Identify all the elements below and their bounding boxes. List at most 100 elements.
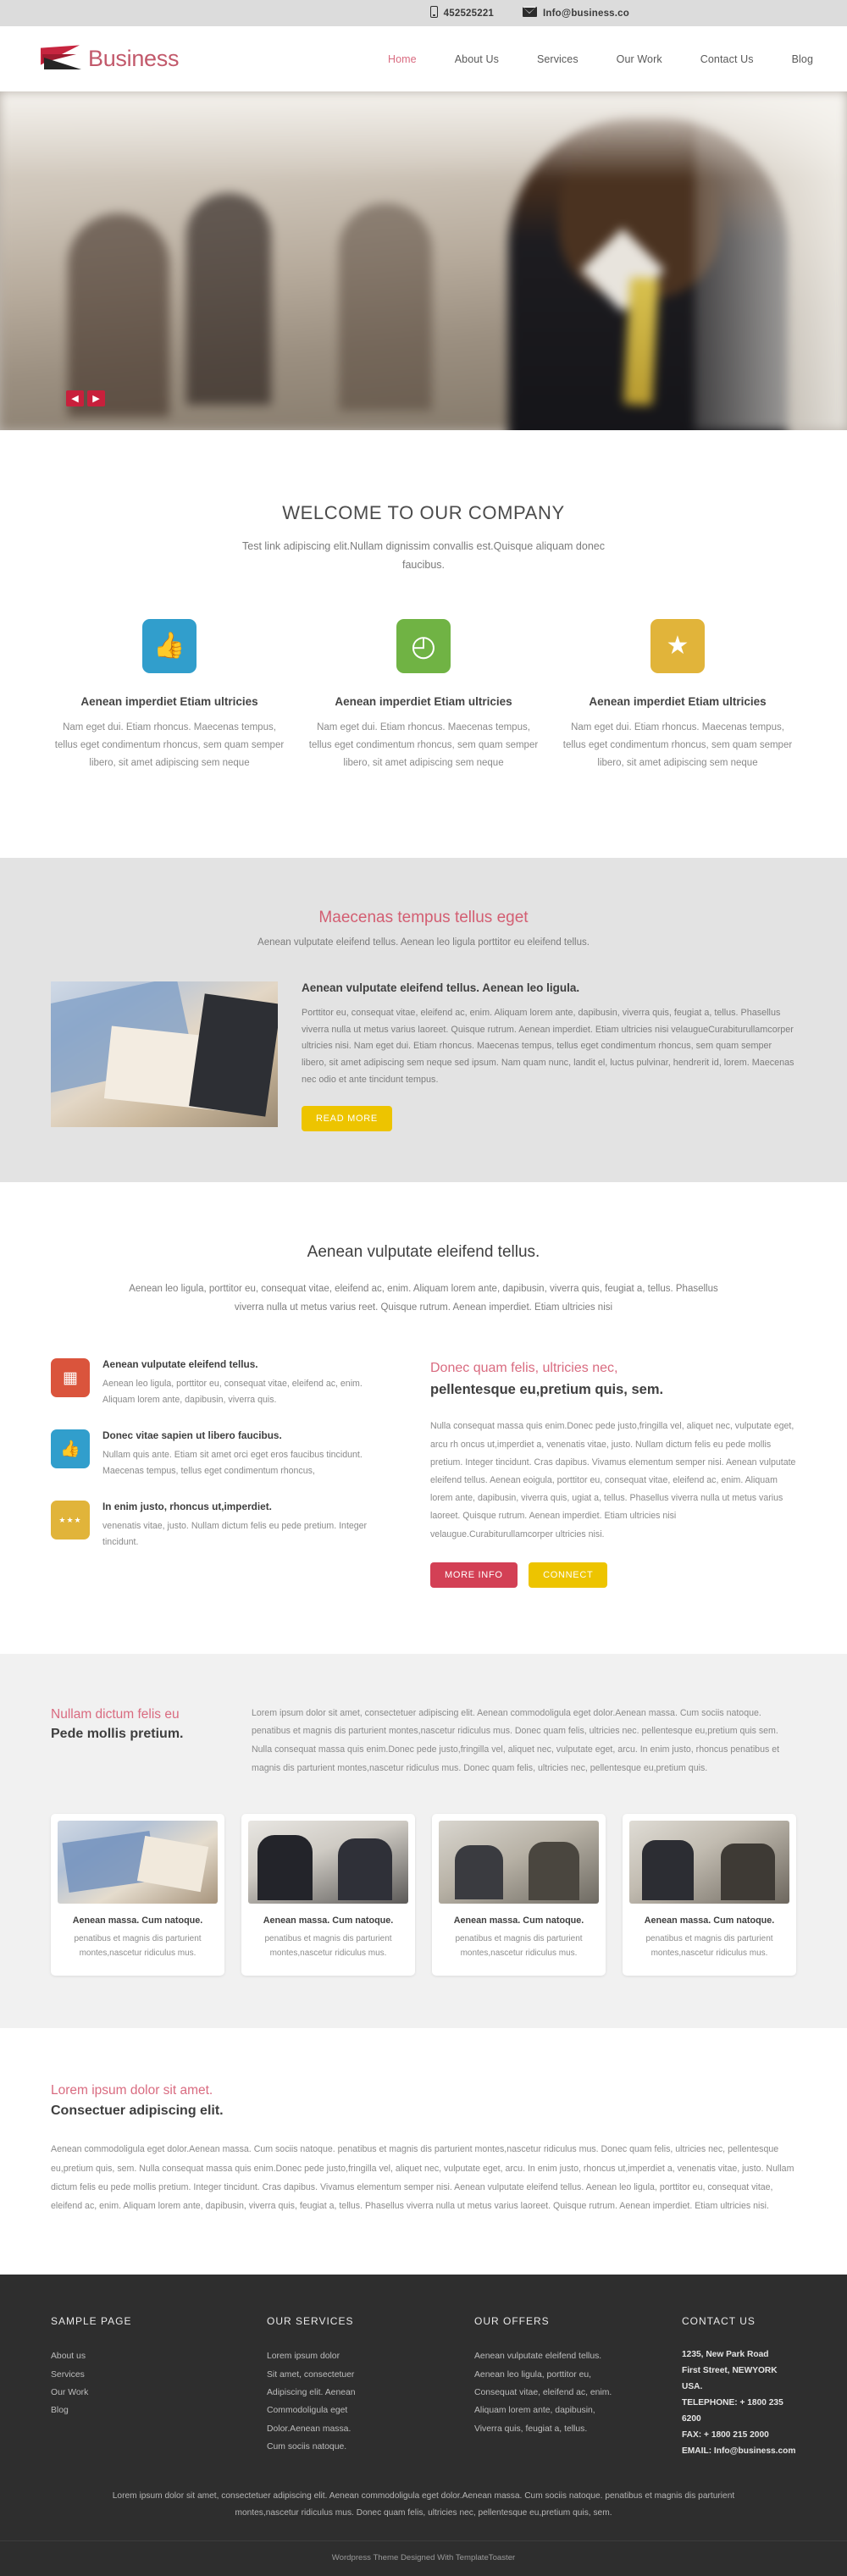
connect-button[interactable]: CONNECT xyxy=(529,1562,608,1588)
service-text: venenatis vitae, justo. Nullam dictum fe… xyxy=(102,1521,368,1547)
footer-list-item: Aenean leo ligula, porttitor eu, xyxy=(474,2369,592,2380)
brand-logo[interactable]: Business xyxy=(41,44,179,72)
services-button-group: MORE INFO CONNECT xyxy=(430,1562,796,1588)
portfolio-title-pink: Nullam dictum felis eu xyxy=(51,1706,180,1722)
footer-list-item: Cum sociis natoque. xyxy=(267,2441,347,2452)
main-navigation: Home About Us Services Our Work Contact … xyxy=(350,53,847,65)
footer-list-item: Adipiscing elit. Aenean xyxy=(267,2387,356,2397)
footer-list-item: Dolor.Aenean massa. xyxy=(267,2424,352,2434)
topbar-email-text: Info@business.co xyxy=(543,8,629,19)
services-right-title: Donec quam felis, ultricies nec, pellent… xyxy=(430,1358,796,1401)
footer-list-item: Aliquam lorem ante, dapibusin, xyxy=(474,2406,595,2416)
lorem-title: Lorem ipsum dolor sit amet. Consectuer a… xyxy=(51,2081,796,2122)
portfolio-card-title: Aenean massa. Cum natoque. xyxy=(644,1915,775,1926)
portfolio-card[interactable]: Aenean massa. Cum natoque. penatibus et … xyxy=(623,1813,796,1976)
service-glyph: ★★★ xyxy=(58,1515,82,1524)
nav-item-about-us[interactable]: About Us xyxy=(455,53,499,65)
maecenas-subtitle: Aenean vulputate eleifend tellus. Aenean… xyxy=(257,937,590,948)
window-layout-icon: ▦ xyxy=(51,1358,90,1398)
topbar-phone-text: 452525221 xyxy=(443,8,495,19)
email-line: EMAIL: Info@business.com xyxy=(682,2446,796,2456)
footer-address: 1235, New Park Road First Street, NEWYOR… xyxy=(682,2347,796,2459)
nav-item-contact-us[interactable]: Contact Us xyxy=(700,53,754,65)
feature-title: Aenean imperdiet Etiam ultricies xyxy=(589,694,767,708)
read-more-button[interactable]: READ MORE xyxy=(302,1106,392,1132)
lorem-section: Lorem ipsum dolor sit amet. Consectuer a… xyxy=(0,2027,847,2275)
thumbs-up-icon: 👍 xyxy=(51,1429,90,1469)
footer-col3-title: OUR OFFERS xyxy=(474,2315,550,2328)
portfolio-card-text: penatibus et magnis dis parturient monte… xyxy=(264,1933,392,1958)
service-text: Nullam quis ante. Etiam sit amet orci eg… xyxy=(102,1450,363,1476)
footer-bottom-text: Lorem ipsum dolor sit amet, consectetuer… xyxy=(112,2491,735,2518)
footer-credit: Wordpress Theme Designed With TemplateTo… xyxy=(0,2540,847,2576)
page-root: 452525221 Info@business.co Business Home… xyxy=(0,0,847,2576)
nav-item-services[interactable]: Services xyxy=(537,53,579,65)
telephone-line: TELEPHONE: + 1800 235 6200 xyxy=(682,2397,783,2424)
feature-text: Nam eget dui. Etiam rhoncus. Maecenas te… xyxy=(54,721,285,769)
feature-card: 👍 Aenean imperdiet Etiam ultricies Nam e… xyxy=(51,618,288,773)
portfolio-card-list: Aenean massa. Cum natoque. penatibus et … xyxy=(51,1813,796,1976)
star-icon: ★ xyxy=(650,618,705,673)
footer-link-our-work[interactable]: Our Work xyxy=(51,2384,267,2402)
feature-glyph: ◴ xyxy=(411,629,436,662)
topbar-phone[interactable]: 452525221 xyxy=(429,5,495,21)
service-item: ★★★ In enim justo, rhoncus ut,imperdiet.… xyxy=(51,1501,388,1550)
portfolio-card-text: penatibus et magnis dis parturient monte… xyxy=(455,1933,583,1958)
services-right-title-dark: pellentesque eu,pretium quis, sem. xyxy=(430,1381,664,1397)
nav-item-blog[interactable]: Blog xyxy=(792,53,813,65)
nav-item-home[interactable]: Home xyxy=(388,53,417,65)
maecenas-body: Porttitor eu, consequat vitae, eleifend … xyxy=(302,1007,794,1086)
feature-list: 👍 Aenean imperdiet Etiam ultricies Nam e… xyxy=(51,575,796,858)
portfolio-card-text: penatibus et magnis dis parturient monte… xyxy=(645,1933,773,1958)
maecenas-image xyxy=(51,981,278,1127)
maecenas-section: Maecenas tempus tellus eget Aenean vulpu… xyxy=(0,857,847,1183)
welcome-subtitle: Test link adipiscing elit.Nullam digniss… xyxy=(242,540,605,571)
hero-image xyxy=(0,91,847,430)
portfolio-card-text: penatibus et magnis dis parturient monte… xyxy=(74,1933,202,1958)
portfolio-body: Lorem ipsum dolor sit amet, consectetuer… xyxy=(252,1707,780,1773)
slider-next-button[interactable]: ▶ xyxy=(87,390,105,406)
footer-column-our-services: OUR SERVICES Lorem ipsum dolor Sit amet,… xyxy=(267,2315,474,2459)
footer-link-services[interactable]: Services xyxy=(51,2366,267,2384)
feature-text: Nam eget dui. Etiam rhoncus. Maecenas te… xyxy=(562,721,793,769)
site-footer: SAMPLE PAGE About us Services Our Work B… xyxy=(0,2275,847,2576)
nav-item-our-work[interactable]: Our Work xyxy=(617,53,662,65)
maecenas-title: Maecenas tempus tellus eget xyxy=(318,908,529,926)
portfolio-card-image xyxy=(629,1820,789,1904)
service-title: In enim justo, rhoncus ut,imperdiet. xyxy=(102,1501,272,1513)
address-line-1: 1235, New Park Road xyxy=(682,2350,769,2360)
service-title: Aenean vulputate eleifend tellus. xyxy=(102,1358,258,1371)
hero-slider: ◀ ▶ xyxy=(0,91,847,430)
services-right-body: Nulla consequat massa quis enim.Donec pe… xyxy=(430,1421,796,1540)
portfolio-card-image xyxy=(58,1820,218,1904)
topbar-email[interactable]: Info@business.co xyxy=(523,6,629,20)
service-text: Aenean leo ligula, porttitor eu, consequ… xyxy=(102,1379,363,1405)
slider-prev-button[interactable]: ◀ xyxy=(66,390,84,406)
footer-col1-title: SAMPLE PAGE xyxy=(51,2315,132,2328)
fax-line: FAX: + 1800 215 2000 xyxy=(682,2430,769,2440)
thumbs-up-icon: 👍 xyxy=(142,618,197,673)
service-title: Donec vitae sapien ut libero faucibus. xyxy=(102,1429,282,1442)
feature-card: ◴ Aenean imperdiet Etiam ultricies Nam e… xyxy=(305,618,542,773)
footer-column-contact-us: CONTACT US 1235, New Park Road First Str… xyxy=(682,2315,796,2459)
portfolio-card[interactable]: Aenean massa. Cum natoque. penatibus et … xyxy=(432,1813,606,1976)
feature-title: Aenean imperdiet Etiam ultricies xyxy=(80,694,258,708)
footer-link-about-us[interactable]: About us xyxy=(51,2347,267,2365)
welcome-title: WELCOME TO OUR COMPANY xyxy=(282,502,565,523)
feature-glyph: 👍 xyxy=(153,631,185,660)
footer-link-blog[interactable]: Blog xyxy=(51,2402,267,2419)
portfolio-card[interactable]: Aenean massa. Cum natoque. penatibus et … xyxy=(51,1813,224,1976)
footer-list-item: Consequat vitae, eleifend ac, enim. xyxy=(474,2387,612,2397)
services-title: Aenean vulputate eleifend tellus. xyxy=(307,1243,540,1262)
more-info-button[interactable]: MORE INFO xyxy=(430,1562,518,1588)
service-glyph: ▦ xyxy=(63,1368,78,1387)
service-item: ▦ Aenean vulputate eleifend tellus. Aene… xyxy=(51,1358,388,1407)
clock-icon: ◴ xyxy=(396,618,451,673)
portfolio-card[interactable]: Aenean massa. Cum natoque. penatibus et … xyxy=(241,1813,415,1976)
portfolio-card-title: Aenean massa. Cum natoque. xyxy=(263,1915,394,1926)
feature-card: ★ Aenean imperdiet Etiam ultricies Nam e… xyxy=(559,618,796,773)
footer-column-our-offers: OUR OFFERS Aenean vulputate eleifend tel… xyxy=(474,2315,682,2459)
footer-list-item: Commodoligula eget xyxy=(267,2406,348,2416)
service-glyph: 👍 xyxy=(60,1440,80,1458)
stars-icon: ★★★ xyxy=(51,1501,90,1540)
